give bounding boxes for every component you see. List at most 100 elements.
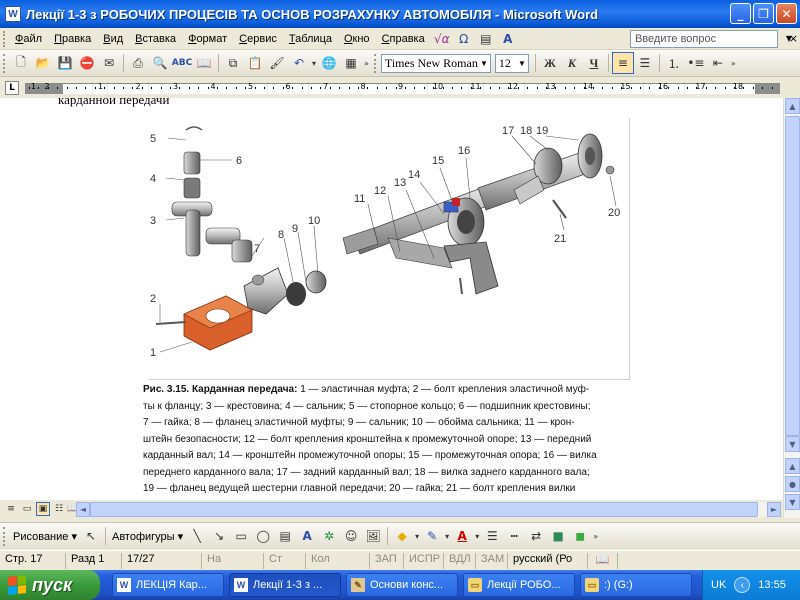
vertical-scrollbar[interactable]: ▲ ▼ ▲ ● ▼ <box>783 98 800 518</box>
menu-view[interactable]: Вид <box>97 29 129 49</box>
form-icon[interactable]: ▤ <box>477 30 495 48</box>
scroll-thumb[interactable] <box>785 116 800 436</box>
font-name-combo[interactable]: Times New Roman ▼ <box>380 53 491 73</box>
draw-menu-button[interactable]: Рисование ▾ <box>10 530 80 543</box>
ask-question-input[interactable]: Введите вопрос <box>630 30 778 48</box>
browse-object-icon[interactable]: ● <box>785 476 800 492</box>
menu-window[interactable]: Окно <box>338 29 376 49</box>
3d-style-icon[interactable]: ◼ <box>569 525 591 547</box>
line-color-icon[interactable]: ✎ <box>421 525 443 547</box>
fill-color-dropdown-icon[interactable]: ▾ <box>415 532 419 541</box>
scroll-left-icon[interactable]: ◄ <box>76 502 90 517</box>
language-indicator[interactable]: UK <box>711 579 726 591</box>
line-style-icon[interactable]: ☰ <box>481 525 503 547</box>
spelling-icon[interactable]: ABC <box>171 52 193 74</box>
font-color-dropdown-icon[interactable]: ▾ <box>475 532 479 541</box>
print-preview-icon[interactable]: 🔍 <box>149 52 171 74</box>
font-size-combo[interactable]: 12 ▼ <box>494 53 529 73</box>
decrease-indent-icon[interactable]: ⇤ <box>707 52 729 74</box>
undo-dropdown-icon[interactable]: ▾ <box>312 59 316 68</box>
email-icon[interactable]: ✉ <box>98 52 120 74</box>
spelling-status-icon[interactable]: 📖 <box>588 552 618 569</box>
drawing-toolbar-options-icon[interactable]: » <box>593 532 598 541</box>
italic-button[interactable]: К <box>561 52 583 74</box>
minimize-button[interactable]: _ <box>730 3 751 24</box>
hyperlink-icon[interactable]: 🌐 <box>318 52 340 74</box>
web-view-icon[interactable]: ▭ <box>20 502 34 516</box>
next-page-icon[interactable]: ▼ <box>785 494 800 510</box>
font-color-icon[interactable]: A <box>451 525 473 547</box>
title-bar[interactable]: W Лекції 1-3 з РОБОЧИХ ПРОЦЕСІВ ТА ОСНОВ… <box>0 0 800 28</box>
numbering-icon[interactable]: ⒈ <box>663 52 685 74</box>
select-objects-icon[interactable]: ↖ <box>80 525 102 547</box>
show-hidden-icons-icon[interactable]: ‹ <box>734 577 751 593</box>
clock[interactable]: 13:55 <box>758 579 786 591</box>
autoshapes-button[interactable]: Автофигуры ▾ <box>109 530 186 543</box>
table-icon[interactable]: ▦ <box>340 52 362 74</box>
font-size-dropdown-icon[interactable]: ▼ <box>518 55 526 72</box>
status-rec[interactable]: ЗАП <box>370 552 404 569</box>
toolbar-options-icon[interactable]: » <box>364 59 369 68</box>
picture-icon[interactable]: 🖼 <box>362 525 384 547</box>
dash-style-icon[interactable]: ┅ <box>503 525 525 547</box>
toolbar-grip[interactable] <box>3 53 7 73</box>
bullets-icon[interactable]: •≡ <box>685 52 707 74</box>
normal-view-icon[interactable]: ≡ <box>4 502 18 516</box>
previous-page-icon[interactable]: ▲ <box>785 458 800 474</box>
horizontal-scrollbar[interactable]: ◄ ► <box>76 502 781 517</box>
menu-tools[interactable]: Сервис <box>233 29 283 49</box>
document-page[interactable]: карданной передачи 5 6 4 3 7 8 9 10 11 1… <box>0 98 783 500</box>
taskbar-item[interactable]: W ЛЕКЦІЯ Кар... <box>112 573 224 597</box>
rectangle-icon[interactable]: ▭ <box>230 525 252 547</box>
shadow-style-icon[interactable]: ■ <box>547 525 569 547</box>
document-close-icon[interactable]: × <box>789 32 798 45</box>
taskbar-item[interactable]: ▭ :) (G:) <box>580 573 692 597</box>
maximize-button[interactable]: ❐ <box>753 3 774 24</box>
taskbar-item[interactable]: ✎ Основи конс... <box>346 573 458 597</box>
status-trk[interactable]: ИСПР <box>404 552 444 569</box>
tab-selector[interactable]: L <box>5 81 19 95</box>
outline-view-icon[interactable]: ☷ <box>52 502 66 516</box>
scroll-down-icon[interactable]: ▼ <box>785 436 800 452</box>
toolbar-grip[interactable] <box>3 526 7 546</box>
wordart-icon[interactable]: A <box>296 525 318 547</box>
undo-icon[interactable]: ↶ <box>288 52 310 74</box>
print-layout-view-icon[interactable]: ▣ <box>36 502 50 516</box>
format-toolbar-options-icon[interactable]: » <box>731 59 736 68</box>
bold-button[interactable]: Ж <box>539 52 561 74</box>
clipart-icon[interactable]: ☺ <box>340 525 362 547</box>
hscroll-thumb[interactable] <box>90 502 758 517</box>
textbox-icon[interactable]: ▤ <box>274 525 296 547</box>
paste-icon[interactable]: 📋 <box>244 52 266 74</box>
scroll-right-icon[interactable]: ► <box>767 502 781 517</box>
new-document-icon[interactable]: 🗋 <box>10 52 32 74</box>
close-button[interactable]: ✕ <box>776 3 797 24</box>
wordart-icon[interactable]: A <box>499 30 517 48</box>
line-color-dropdown-icon[interactable]: ▾ <box>445 532 449 541</box>
toolbar-grip[interactable] <box>373 53 378 73</box>
format-painter-icon[interactable]: 🖌 <box>266 52 288 74</box>
word-app-icon[interactable]: W <box>5 6 21 22</box>
status-ext[interactable]: ВДЛ <box>444 552 476 569</box>
save-icon[interactable]: 💾 <box>54 52 76 74</box>
arrow-icon[interactable]: ↘ <box>208 525 230 547</box>
font-name-dropdown-icon[interactable]: ▼ <box>480 55 488 72</box>
diagram-icon[interactable]: ✲ <box>318 525 340 547</box>
scroll-up-icon[interactable]: ▲ <box>785 98 800 114</box>
fill-color-icon[interactable]: ◆ <box>391 525 413 547</box>
print-icon[interactable]: ⎙ <box>127 52 149 74</box>
menu-help[interactable]: Справка <box>376 29 431 49</box>
line-icon[interactable]: ╲ <box>186 525 208 547</box>
taskbar-item[interactable]: ▭ Лекції РОБО... <box>463 573 575 597</box>
start-button[interactable]: пуск <box>0 570 100 600</box>
align-center-icon[interactable]: ☰ <box>634 52 656 74</box>
equation-icon[interactable]: √α <box>433 30 451 48</box>
menu-format[interactable]: Формат <box>182 29 233 49</box>
menu-edit[interactable]: Правка <box>48 29 97 49</box>
open-folder-icon[interactable]: 📂 <box>32 52 54 74</box>
underline-button[interactable]: Ч <box>583 52 605 74</box>
permission-icon[interactable]: ⛔ <box>76 52 98 74</box>
menu-insert[interactable]: Вставка <box>129 29 182 49</box>
align-left-icon[interactable]: ≡ <box>611 52 634 74</box>
arrow-style-icon[interactable]: ⇄ <box>525 525 547 547</box>
